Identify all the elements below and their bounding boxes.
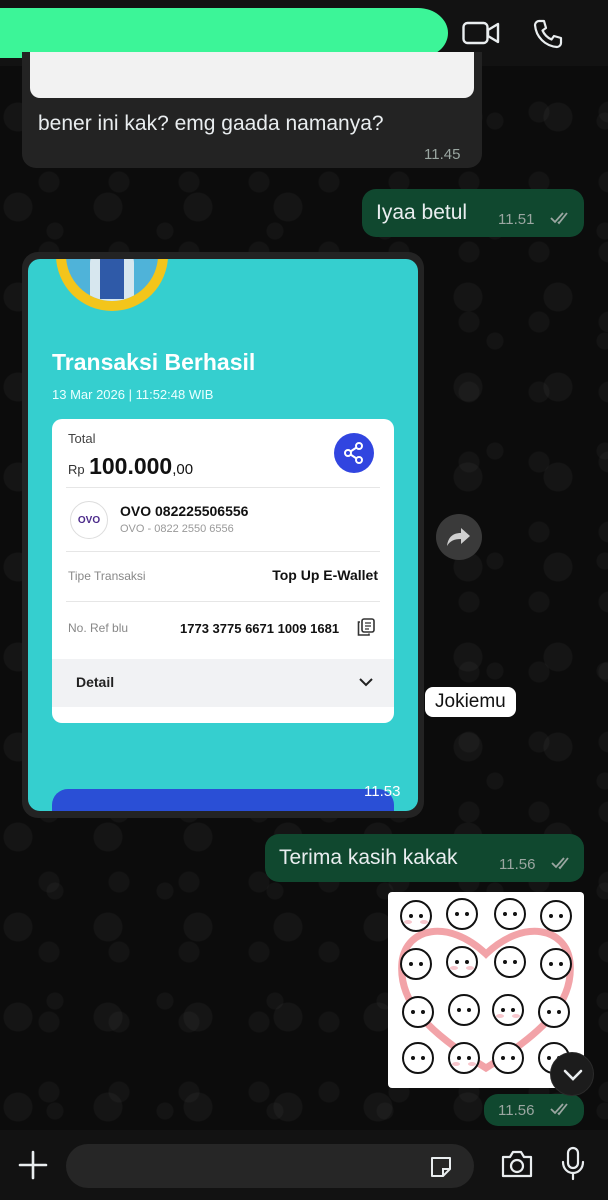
watermark-tag: Jokiemu bbox=[425, 687, 516, 717]
transaction-type-value: Top Up E-Wallet bbox=[272, 567, 378, 583]
message-composer bbox=[0, 1130, 608, 1200]
chevron-down-icon bbox=[563, 1069, 583, 1081]
sticker-icon[interactable] bbox=[428, 1154, 454, 1185]
avatar bbox=[56, 259, 168, 311]
phone-icon[interactable] bbox=[532, 18, 564, 55]
recipient-sub: OVO - 0822 2550 6556 bbox=[120, 523, 234, 535]
read-receipt-icon bbox=[550, 1102, 572, 1121]
receipt-panel: Total Rp 100.000,00 OVO OVO 082225506556… bbox=[52, 419, 394, 723]
quoted-image-preview[interactable] bbox=[30, 52, 474, 98]
microphone-button[interactable] bbox=[560, 1146, 586, 1187]
outgoing-message[interactable]: Terima kasih kakak 11.56 bbox=[265, 834, 584, 882]
camera-icon bbox=[501, 1150, 533, 1178]
video-icon[interactable] bbox=[462, 18, 500, 53]
total-label: Total bbox=[68, 431, 96, 446]
detail-row[interactable]: Detail bbox=[52, 659, 394, 707]
share-icon bbox=[344, 442, 363, 464]
ref-label: No. Ref blu bbox=[68, 621, 129, 635]
copy-icon[interactable] bbox=[356, 617, 376, 642]
receipt-title: Transaksi Berhasil bbox=[52, 349, 256, 375]
attach-button[interactable] bbox=[16, 1148, 50, 1187]
redacted-contact-name bbox=[0, 8, 448, 58]
microphone-icon bbox=[561, 1146, 585, 1181]
message-time: 11.56 bbox=[498, 1102, 535, 1119]
forward-button[interactable] bbox=[436, 514, 482, 560]
sticker-timestamp: 11.56 bbox=[484, 1094, 584, 1126]
read-receipt-icon bbox=[550, 211, 572, 230]
share-receipt-button[interactable] bbox=[334, 433, 374, 473]
message-text: Iyaa betul bbox=[376, 201, 468, 224]
outgoing-message[interactable]: Iyaa betul 11.51 bbox=[362, 189, 584, 237]
receipt-date: 13 Mar 2026 | 11:52:48 WIB bbox=[52, 387, 214, 402]
receipt-bottom-bar bbox=[52, 789, 394, 811]
receipt-image[interactable]: Transaksi Berhasil 13 Mar 2026 | 11:52:4… bbox=[28, 259, 418, 811]
ref-value: 1773 3775 6671 1009 1681 bbox=[180, 621, 340, 636]
camera-button[interactable] bbox=[500, 1148, 534, 1185]
message-time: 11.45 bbox=[424, 146, 461, 163]
forward-icon bbox=[447, 528, 470, 546]
recipient-name: OVO 082225506556 bbox=[120, 503, 249, 519]
chevron-down-icon bbox=[358, 675, 374, 693]
message-text: bener ini kak? emg gaada namanya? bbox=[38, 112, 384, 135]
message-text: Terima kasih kakak bbox=[279, 846, 458, 869]
transaction-type-label: Tipe Transaksi bbox=[68, 569, 146, 583]
message-time: 11.53 bbox=[364, 783, 401, 800]
message-input[interactable] bbox=[66, 1144, 474, 1188]
detail-label: Detail bbox=[76, 674, 115, 690]
incoming-message[interactable]: bener ini kak? emg gaada namanya? 11.45 bbox=[22, 52, 482, 168]
read-receipt-icon bbox=[551, 856, 573, 875]
message-time: 11.51 bbox=[498, 211, 535, 228]
plus-icon bbox=[18, 1150, 48, 1180]
scroll-to-bottom-button[interactable] bbox=[550, 1052, 594, 1096]
ovo-logo: OVO bbox=[70, 501, 108, 539]
message-time: 11.56 bbox=[499, 856, 536, 873]
total-amount: Rp 100.000,00 bbox=[68, 453, 194, 479]
